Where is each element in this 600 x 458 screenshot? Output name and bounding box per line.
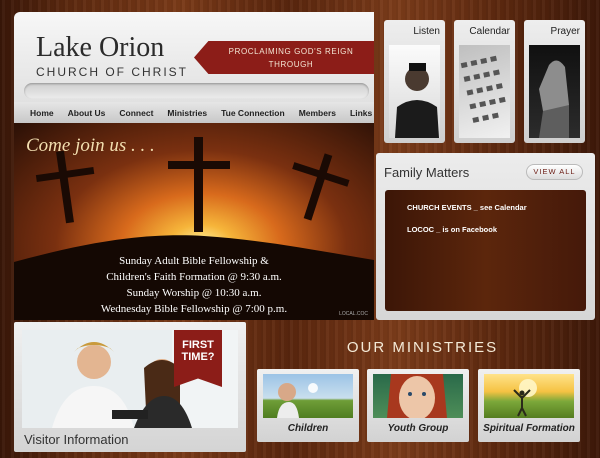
visitor-information-label: Visitor Information [24, 432, 129, 447]
nav-members[interactable]: Members [299, 108, 336, 118]
ministries-title: OUR MINISTRIES [346, 339, 499, 356]
children-label: Children [287, 423, 329, 434]
first-time-line-2: TIME? [181, 351, 215, 363]
youth-group-photo [373, 374, 463, 418]
news-list: CHURCH EVENTS _ see Calendar LOCOC _ is … [385, 190, 586, 311]
raised-arms-icon [513, 379, 537, 417]
spiritual-formation-label: Spiritual Formation [483, 423, 575, 434]
hero-banner[interactable]: Come join us . . . Sunday Adult Bible Fe… [14, 123, 374, 320]
praying-hands-icon [539, 60, 569, 138]
family-matters-panel: Family Matters VIEW ALL CHURCH EVENTS _ … [376, 153, 595, 320]
nav-home[interactable]: Home [30, 108, 54, 118]
prayer-card[interactable]: Prayer [524, 20, 585, 143]
service-time-line: Wednesday Bible Fellowship @ 7:00 p.m. [100, 303, 288, 315]
nav-connect[interactable]: Connect [119, 108, 153, 118]
service-time-line: Children's Faith Formation @ 9:30 a.m. [106, 271, 282, 283]
logo-name[interactable]: Lake Orion [36, 32, 164, 64]
header-bar [24, 83, 369, 99]
main-nav: Home About Us Connect Ministries Tue Con… [14, 102, 374, 123]
ministry-card-youth-group[interactable]: Youth Group [367, 369, 469, 442]
nav-tue-connection[interactable]: Tue Connection [221, 108, 285, 118]
service-time-line: Sunday Worship @ 10:30 a.m. [126, 287, 262, 299]
calendar-photo [459, 45, 510, 138]
view-all-button[interactable]: VIEW ALL [526, 164, 583, 180]
girl-portrait-icon [387, 374, 447, 418]
youth-group-label: Youth Group [387, 423, 449, 434]
site-header: Lake Orion CHURCH OF CHRIST PROCLAIMING … [14, 12, 374, 123]
family-matters-title: Family Matters [384, 165, 470, 180]
calendar-card[interactable]: Calendar [454, 20, 515, 143]
listen-label: Listen [413, 26, 440, 37]
hero-title: Come join us . . . [26, 135, 155, 156]
photo-credit: LOCAL.COC [339, 311, 368, 317]
prayer-label: Prayer [550, 26, 580, 37]
child-dandelion-icon [277, 383, 318, 418]
logo-subtitle: CHURCH OF CHRIST [36, 65, 188, 79]
prayer-photo [529, 45, 580, 138]
service-times: Sunday Adult Bible Fellowship & Children… [14, 253, 374, 317]
calendar-label: Calendar [469, 26, 510, 37]
nav-about-us[interactable]: About Us [68, 108, 106, 118]
tagline-line-1: PROCLAIMING GOD'S REIGN THROUGH [228, 47, 354, 69]
tagline-banner: PROCLAIMING GOD'S REIGN THROUGH WORSHIP,… [194, 41, 374, 74]
ministry-card-children[interactable]: Children [257, 369, 359, 442]
listen-card[interactable]: Listen [384, 20, 445, 143]
first-time-line-1: FIRST [182, 339, 214, 351]
spiritual-formation-photo [484, 374, 574, 418]
service-time-line: Sunday Adult Bible Fellowship & [119, 255, 269, 267]
children-photo [263, 374, 353, 418]
ministry-card-spiritual-formation[interactable]: Spiritual Formation [478, 369, 580, 442]
calendar-icon [460, 55, 506, 123]
news-item[interactable]: CHURCH EVENTS _ see Calendar [407, 203, 527, 212]
news-item[interactable]: LOCOC _ is on Facebook [407, 225, 497, 234]
listen-photo [389, 45, 440, 138]
nav-links[interactable]: Links [350, 108, 372, 118]
nav-ministries[interactable]: Ministries [167, 108, 207, 118]
man-portrait-icon [395, 63, 439, 138]
